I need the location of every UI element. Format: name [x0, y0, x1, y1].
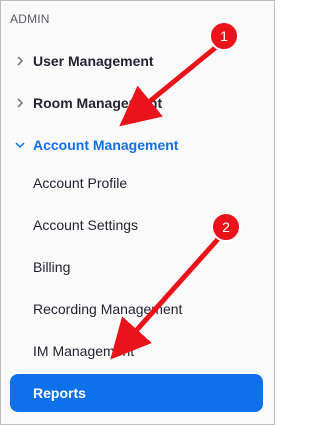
admin-sidebar: ADMIN User Management Room Management Ac… [0, 0, 275, 425]
sidebar-item-account-management[interactable]: Account Management [1, 132, 274, 158]
sidebar-item-label: Account Settings [33, 217, 139, 233]
sidebar-item-room-management[interactable]: Room Management [1, 90, 274, 116]
sidebar-item-recording-management[interactable]: Recording Management [1, 296, 274, 322]
sidebar-item-label: Reports [33, 385, 86, 401]
sidebar-item-label: Recording Management [33, 301, 183, 317]
section-label: ADMIN [10, 12, 50, 26]
sidebar-item-label: Account Profile [33, 175, 128, 191]
sidebar-item-label: Room Management [33, 95, 163, 111]
chevron-right-icon [14, 56, 25, 67]
sidebar-item-label: User Management [33, 53, 154, 69]
chevron-down-icon [14, 140, 25, 151]
sidebar-item-label: Account Management [33, 137, 179, 153]
sidebar-item-billing[interactable]: Billing [1, 254, 274, 280]
sidebar-item-account-profile[interactable]: Account Profile [1, 170, 274, 196]
sidebar-item-label: IM Management [33, 343, 135, 359]
sidebar-item-reports[interactable]: Reports [10, 374, 263, 412]
sidebar-item-label: Billing [33, 259, 71, 275]
sidebar-item-account-settings[interactable]: Account Settings [1, 212, 274, 238]
sidebar-item-user-management[interactable]: User Management [1, 48, 274, 74]
sidebar-item-im-management[interactable]: IM Management [1, 338, 274, 364]
chevron-right-icon [14, 98, 25, 109]
